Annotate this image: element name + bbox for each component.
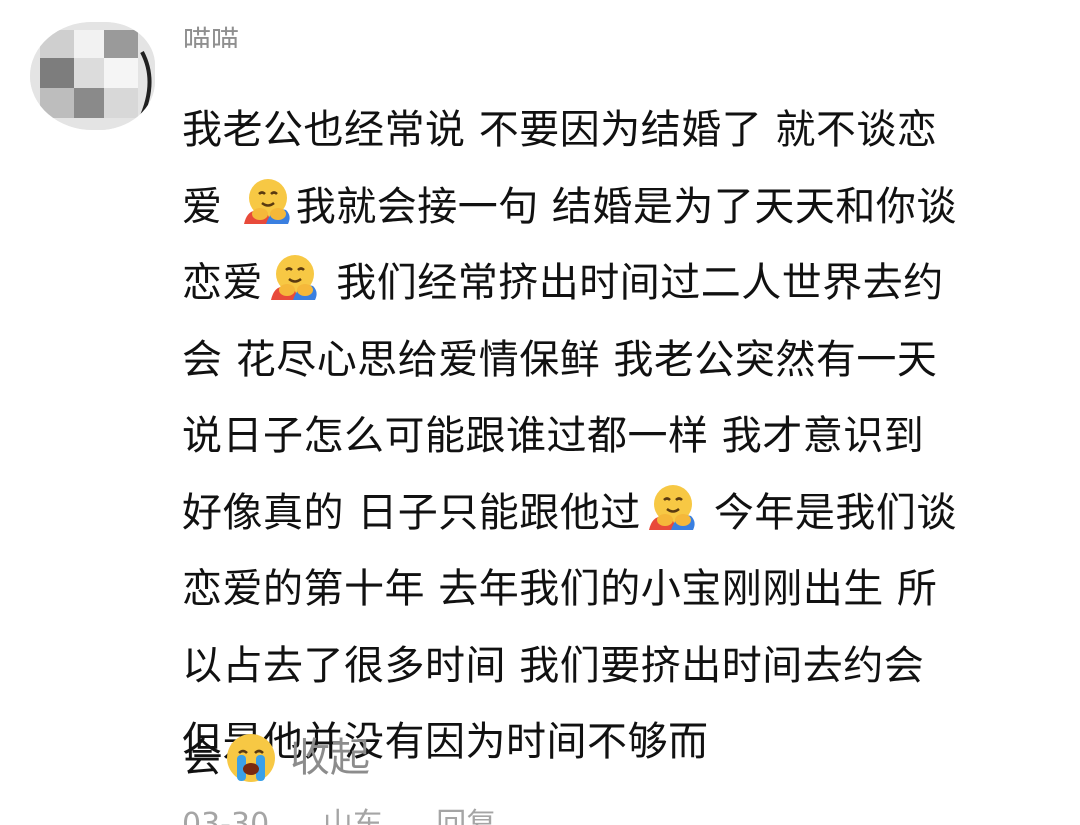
- comment-line: 恋爱的第十年 去年我们的小宝刚刚出生 所: [182, 551, 1052, 628]
- comment-line: 恋爱 我们经常挤出时间过二人世界去约: [182, 245, 1052, 322]
- comment-tail-text: 会: [182, 735, 222, 781]
- user-avatar[interactable]: [30, 22, 155, 130]
- crying-face-icon: [224, 731, 278, 785]
- comment-line-text: 今年是我们谈: [700, 489, 957, 536]
- comment-location: 山东: [322, 807, 383, 825]
- username[interactable]: 喵喵: [183, 18, 239, 48]
- blurred-avatar-icon: [30, 22, 155, 130]
- collapse-button[interactable]: 收起: [290, 728, 370, 788]
- comment-line-text: 我们经常挤出时间过二人世界去约: [323, 260, 944, 306]
- comment-line-text: 我就会接一句 结婚是为了天天和你谈: [295, 183, 957, 230]
- comment-line-text: 以占去了很多时间 我们要挤出时间去约会: [182, 642, 925, 689]
- comment-line: 我老公也经常说 不要因为结婚了 就不谈恋: [182, 92, 1052, 169]
- comment-text: 我老公也经常说 不要因为结婚了 就不谈恋爱 我就会接一句 结婚是为了天天和你谈恋…: [182, 92, 1052, 781]
- comment-line: 好像真的 日子只能跟他过 今年是我们谈: [182, 475, 1052, 552]
- comment-line-text: 说日子怎么可能跟谁过都一样 我才意识到: [182, 413, 925, 459]
- comment-line: 爱 我就会接一句 结婚是为了天天和你谈: [182, 169, 1052, 246]
- comment-line-text: 爱: [182, 183, 236, 230]
- comment-line-text: 会 花尽心思给爱情保鲜 我老公突然有一天: [182, 336, 938, 383]
- comment-time: 03-30: [182, 807, 270, 825]
- comment-line: 说日子怎么可能跟谁过都一样 我才意识到: [182, 398, 1052, 475]
- hugging-face-icon: [238, 176, 294, 228]
- comment-line: 以占去了很多时间 我们要挤出时间去约会: [182, 628, 1052, 705]
- hugging-face-icon: [265, 252, 321, 304]
- comment-line-text: 我老公也经常说 不要因为结婚了 就不谈恋: [182, 107, 938, 153]
- hugging-face-icon: [643, 482, 699, 534]
- comment-line-text: 恋爱: [182, 260, 263, 306]
- comment-meta: 03-30 山东 回复: [182, 806, 540, 825]
- reply-button[interactable]: 回复: [436, 810, 496, 825]
- comment-tail: 会 收起: [182, 728, 370, 788]
- comment-line-text: 好像真的 日子只能跟他过: [182, 489, 641, 536]
- comment-line: 会 花尽心思给爱情保鲜 我老公突然有一天: [182, 322, 1052, 399]
- comment-line-text: 恋爱的第十年 去年我们的小宝刚刚出生 所: [182, 566, 938, 612]
